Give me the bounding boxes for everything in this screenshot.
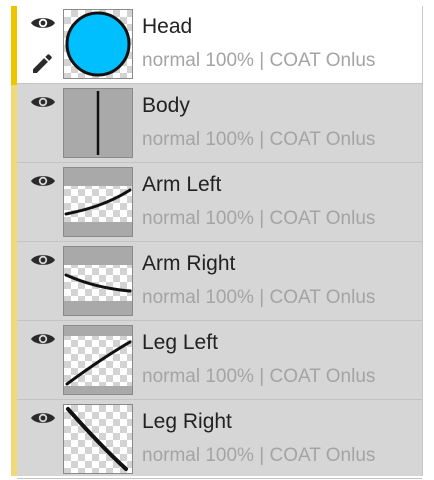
eye-icon[interactable]: [30, 252, 56, 268]
layer-row-arm-right[interactable]: Arm Right normal 100% | COAT Onlus: [17, 243, 422, 321]
layer-name: Head: [142, 15, 193, 38]
layer-thumbnail: [63, 246, 133, 316]
layer-name: Body: [142, 94, 190, 117]
eye-icon[interactable]: [30, 173, 56, 189]
layer-row-arm-left[interactable]: Arm Left normal 100% | COAT Onlus: [17, 164, 422, 242]
layer-thumbnail: [63, 167, 133, 237]
layer-meta: normal 100% | COAT Onlus: [142, 50, 376, 71]
layer-meta: normal 100% | COAT Onlus: [142, 287, 376, 308]
layer-row-head[interactable]: Head normal 100% | COAT Onlus: [17, 6, 422, 84]
layer-row-leg-left[interactable]: Leg Left normal 100% | COAT Onlus: [17, 322, 422, 400]
eye-icon[interactable]: [30, 410, 56, 426]
layer-name: Arm Left: [142, 173, 222, 196]
layer-thumbnail: [63, 325, 133, 395]
layer-meta: normal 100% | COAT Onlus: [142, 445, 376, 466]
layer-name: Leg Left: [142, 331, 218, 354]
layer-thumbnail: [63, 88, 133, 158]
layer-name: Leg Right: [142, 410, 232, 433]
layer-thumbnail: [63, 9, 133, 79]
eye-icon[interactable]: [30, 94, 56, 110]
eye-icon[interactable]: [30, 331, 56, 347]
layer-name: Arm Right: [142, 252, 236, 275]
eye-icon[interactable]: [30, 15, 56, 31]
layers-panel: Head normal 100% | COAT Onlus Body norma…: [11, 6, 423, 479]
layer-meta: normal 100% | COAT Onlus: [142, 208, 376, 229]
layer-meta: normal 100% | COAT Onlus: [142, 366, 376, 387]
layer-meta: normal 100% | COAT Onlus: [142, 129, 376, 150]
layer-row-leg-right[interactable]: Leg Right normal 100% | COAT Onlus: [17, 401, 422, 479]
layer-row-body[interactable]: Body normal 100% | COAT Onlus: [17, 85, 422, 163]
pencil-icon[interactable]: [30, 52, 54, 76]
layer-thumbnail: [63, 404, 133, 474]
